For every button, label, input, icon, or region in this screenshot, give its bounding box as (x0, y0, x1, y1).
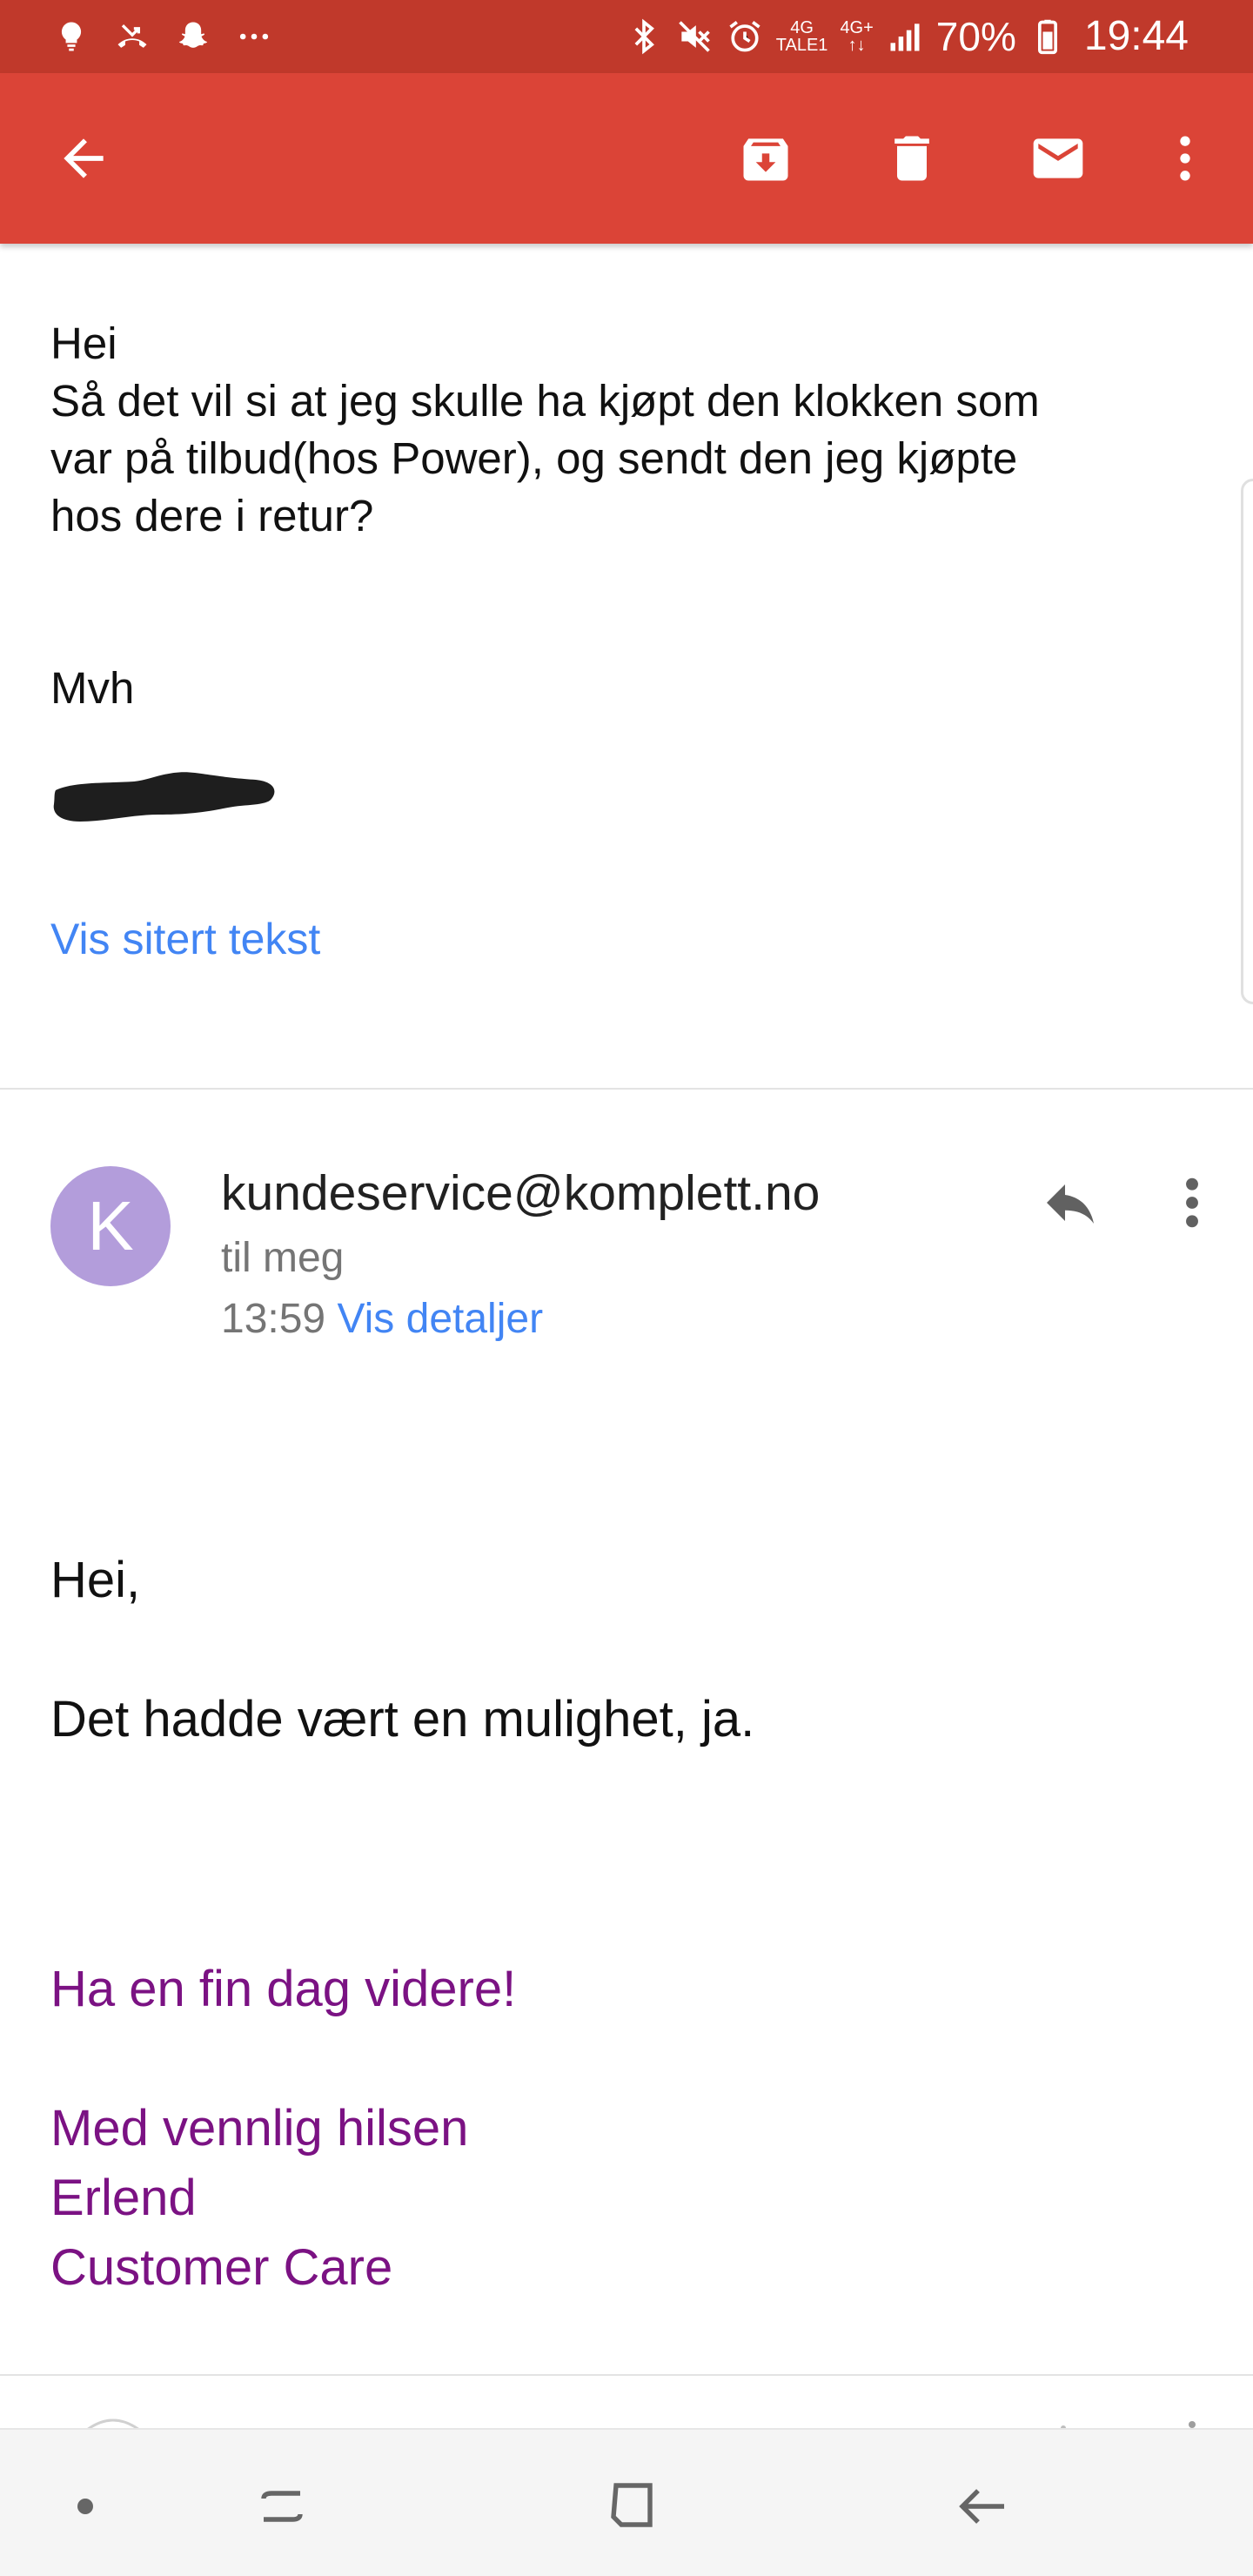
signature-greeting: Med vennlig hilsen (50, 2100, 469, 2157)
back-nav-button[interactable] (941, 2465, 1025, 2548)
signal-icon (886, 17, 924, 56)
snapchat-icon (174, 17, 212, 56)
network-type-4g-plus: 4G+ ↑↓ (840, 17, 874, 55)
message-1-body: Hei Så det vil si at jeg skulle ha kjøpt… (50, 315, 1199, 717)
recipient-label: til meg (221, 1235, 345, 1281)
next-message-peek[interactable] (0, 2378, 1253, 2428)
message-1-text: Hei Så det vil si at jeg skulle ha kjøpt… (50, 319, 1040, 540)
back-button[interactable] (35, 110, 132, 207)
clock: 19:44 (1083, 13, 1189, 59)
trash-icon (895, 136, 929, 181)
battery-percent: 70% (935, 13, 1016, 59)
recent-apps-icon (261, 2491, 303, 2522)
home-icon (611, 2483, 653, 2527)
recent-apps-button[interactable] (240, 2465, 324, 2548)
more-options-button[interactable] (1136, 110, 1234, 207)
more-vert-icon (1180, 136, 1190, 181)
message-1-sign-off: Mvh (50, 663, 135, 713)
bluetooth-icon (625, 17, 663, 56)
message-time-row: 13:59 Vis detaljer (221, 1295, 543, 1343)
status-bar: 4G TALE1 4G+ ↑↓ 70% 19:44 (0, 0, 1253, 73)
nav-dot-button[interactable] (44, 2465, 127, 2548)
network-type-4g: 4G TALE1 (775, 17, 828, 55)
conversation-view[interactable]: Hei Så det vil si at jeg skulle ha kjøpt… (0, 244, 1253, 2428)
greeting-text: Hei, (50, 1552, 141, 1608)
signature-department: Customer Care (50, 2239, 393, 2296)
arrow-back-icon (64, 138, 104, 178)
reply-button[interactable] (1030, 1163, 1110, 1243)
closing-text: Ha en fin dag videre! (50, 1961, 517, 2017)
status-bar-right: 4G TALE1 4G+ ↑↓ 70% 19:44 (625, 12, 1189, 60)
lightbulb-icon (52, 17, 90, 56)
reply-icon (1047, 1184, 1094, 1224)
message-time: 13:59 (221, 1296, 326, 1342)
show-quoted-text-link[interactable]: Vis sitert tekst (50, 914, 320, 964)
archive-icon (743, 138, 788, 181)
more-dots-icon (235, 17, 273, 56)
archive-button[interactable] (717, 110, 814, 207)
system-nav-bar (0, 2428, 1253, 2576)
sender-email: kundeservice@komplett.no (221, 1165, 821, 1221)
mail-icon (1033, 138, 1083, 178)
message-divider (0, 1088, 1253, 1090)
missed-call-icon (113, 17, 151, 56)
reply-text: Det hadde vært en mulighet, ja. (50, 1691, 755, 1748)
dot-icon (77, 2499, 93, 2514)
mute-icon (675, 17, 714, 56)
redacted-signature (50, 764, 278, 835)
app-toolbar (0, 73, 1253, 244)
scroll-handle[interactable] (1241, 479, 1253, 1004)
more-vert-icon (1186, 1177, 1198, 1228)
home-button[interactable] (590, 2465, 673, 2548)
signature-name: Erlend (50, 2170, 197, 2226)
delete-button[interactable] (863, 110, 961, 207)
avatar[interactable]: K (50, 1166, 171, 1286)
message-more-button[interactable] (1169, 1163, 1215, 1243)
back-nav-icon (959, 2489, 1004, 2524)
battery-icon (1029, 17, 1067, 56)
mark-unread-button[interactable] (1009, 110, 1107, 207)
message-2-header[interactable]: K kundeservice@komplett.no til meg 13:59… (0, 1140, 1253, 1349)
status-bar-left (52, 17, 273, 56)
show-details-link[interactable]: Vis detaljer (337, 1296, 543, 1342)
message-divider (0, 2374, 1253, 2376)
alarm-icon (726, 17, 764, 56)
